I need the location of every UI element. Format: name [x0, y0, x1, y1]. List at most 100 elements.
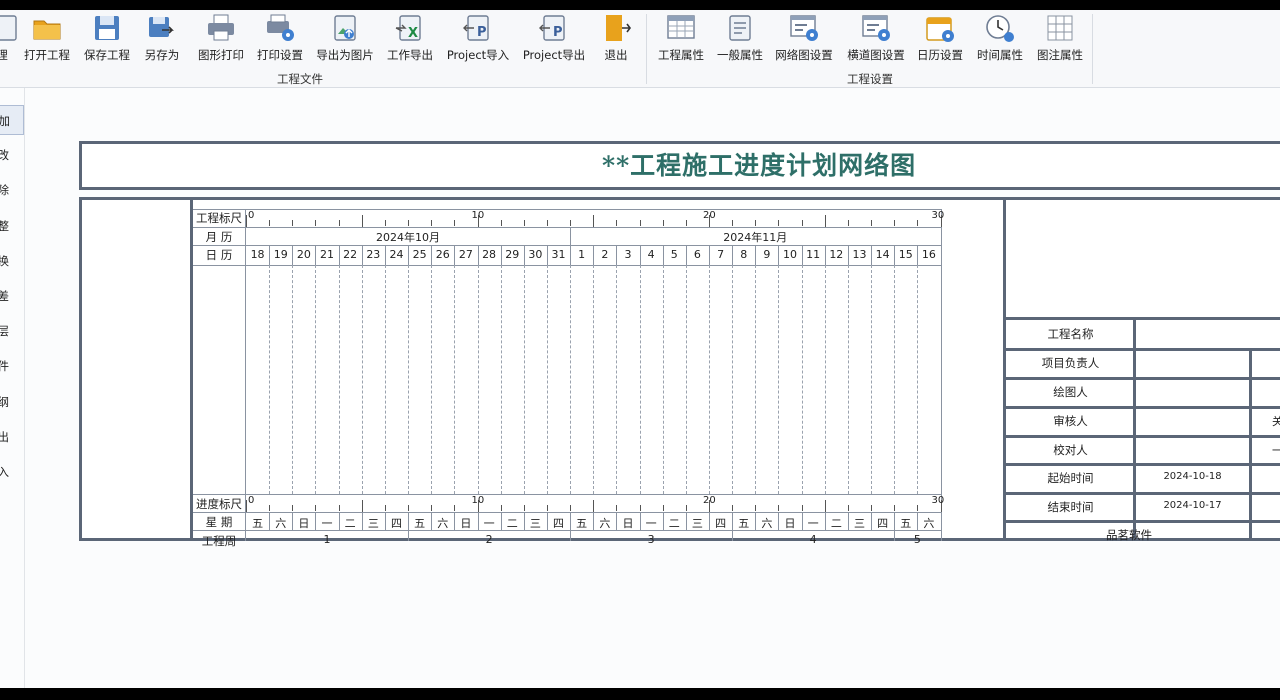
info-value: 2024-10-18 — [1163, 471, 1222, 482]
ruler-bottom-number: 10 — [471, 495, 485, 506]
ruler-top-tick — [685, 220, 687, 226]
ribbon-toolbar: 理 打开工程 保存工程 另存为 图形打印 打印设置 导出为图片 X 工作导出 P Project导入… — [0, 10, 1280, 88]
ribbon-button-project-props[interactable]: 工程属性 — [655, 12, 707, 70]
day-cell: 12 — [829, 248, 844, 261]
left-tool-item[interactable]: 转换 — [0, 246, 24, 276]
ribbon-button-open-folder[interactable]: 打开工程 — [22, 12, 72, 70]
day-cell: 11 — [806, 248, 821, 261]
day-cell: 25 — [412, 248, 427, 261]
ruler-bottom-tick — [801, 505, 803, 511]
day-gridline — [408, 265, 410, 494]
info-label: 起始时间 — [1047, 471, 1094, 485]
weekday-cell: 一 — [483, 517, 495, 530]
info-vline — [1249, 348, 1252, 541]
grid-hline — [193, 494, 941, 495]
left-tool-item[interactable]: 删除 — [0, 175, 24, 205]
month-label: 2024年10月 — [376, 231, 441, 244]
left-tool-item[interactable]: 大纲 — [0, 387, 24, 417]
month-label: 2024年11月 — [723, 231, 788, 244]
day-cell: 3 — [624, 248, 632, 261]
left-tool-item[interactable]: 导入 — [0, 457, 24, 487]
day-divider — [917, 245, 919, 265]
ruler-bottom-number: 30 — [931, 495, 945, 506]
ribbon-button-label: 打开工程 — [24, 48, 70, 62]
info-hline — [1006, 520, 1280, 523]
ribbon-button-legend-props[interactable]: 图注属性 — [1034, 12, 1086, 70]
weekday-cell: 二 — [506, 517, 518, 530]
day-cell: 22 — [343, 248, 358, 261]
ruler-bottom-tick — [662, 505, 664, 511]
left-tool-item[interactable]: 组件 — [0, 351, 24, 381]
ribbon-button-general-props[interactable]: 一般属性 — [714, 12, 766, 70]
day-cell: 8 — [740, 248, 748, 261]
week-divider — [570, 530, 572, 541]
ribbon-button-new-project[interactable]: 理 — [0, 12, 17, 70]
day-gridline — [546, 265, 548, 494]
day-divider — [269, 245, 271, 265]
ribbon-button-exit[interactable]: 退出 — [596, 12, 636, 70]
ribbon-button-export-image[interactable]: 导出为图片 — [314, 12, 376, 70]
day-gridline — [315, 265, 317, 494]
ruler-top-tick — [847, 220, 849, 226]
week-divider — [732, 530, 734, 541]
weekday-cell: 三 — [691, 517, 703, 530]
ribbon-button-label: 退出 — [604, 48, 628, 62]
ruler-bottom-tick — [546, 505, 548, 511]
ribbon-button-print-settings[interactable]: 打印设置 — [254, 12, 306, 70]
day-cell: 1 — [578, 248, 586, 261]
weekday-cell: 六 — [599, 517, 611, 530]
left-tool-item[interactable]: 形层 — [0, 316, 24, 346]
ribbon-button-gantt-settings[interactable]: 横道图设置 — [845, 12, 907, 70]
ruler-top-tick — [361, 215, 363, 227]
open-folder-icon — [33, 20, 61, 40]
day-gridline — [871, 265, 873, 494]
day-divider — [662, 245, 664, 265]
weekday-cell: 一 — [645, 517, 657, 530]
left-tool-item[interactable]: 导出 — [0, 422, 24, 452]
day-gridline — [917, 265, 919, 494]
weekday-cell: 六 — [923, 517, 935, 530]
info-label: 校对人 — [1053, 443, 1088, 457]
ribbon-button-label: 一般属性 — [717, 48, 763, 62]
clock-icon — [986, 15, 1014, 42]
ribbon-button-save-as[interactable]: 另存为 — [142, 12, 182, 70]
day-cell: 26 — [435, 248, 450, 261]
day-gridline — [570, 265, 572, 494]
ribbon-button-calendar-settings[interactable]: 日历设置 — [914, 12, 966, 70]
left-tool-item[interactable]: 修改 — [0, 140, 24, 170]
general-props-icon — [729, 15, 751, 41]
weekday-cell: 四 — [877, 517, 889, 530]
ruler-top-tick — [732, 220, 734, 226]
ribbon-button-project-import[interactable]: P Project导入 — [444, 12, 512, 70]
left-tool-item[interactable]: 添加 — [0, 105, 24, 135]
ruler-top-tick — [408, 220, 410, 226]
weekday-cell: 四 — [553, 517, 564, 530]
ribbon-button-printer[interactable]: 图形打印 — [195, 12, 247, 70]
ruler-top-number: 10 — [471, 210, 485, 221]
app-window: 理 打开工程 保存工程 另存为 图形打印 打印设置 导出为图片 X 工作导出 P Project导入… — [0, 10, 1280, 688]
weekday-cell: 五 — [576, 517, 588, 530]
week-divider — [894, 530, 896, 541]
ruler-top-number: 20 — [703, 210, 716, 221]
ribbon-button-network-settings[interactable]: 网络图设置 — [773, 12, 835, 70]
day-divider — [824, 245, 826, 265]
week-divider — [408, 530, 410, 541]
day-divider — [523, 245, 525, 265]
ruler-bottom-tick — [523, 505, 525, 511]
left-tool-item[interactable]: 调整 — [0, 211, 24, 241]
day-gridline — [338, 265, 340, 494]
ribbon-button-project-export[interactable]: P Project导出 — [520, 12, 588, 70]
ribbon-button-label: 理 — [0, 48, 8, 62]
group-label-settings: 工程设置 — [847, 72, 893, 86]
left-tool-item[interactable]: 时差 — [0, 281, 24, 311]
ribbon-button-clock[interactable]: 时间属性 — [974, 12, 1026, 70]
day-cell: 14 — [875, 248, 890, 261]
ruler-bottom-tick — [755, 505, 757, 511]
ruler-top-tick — [755, 220, 757, 226]
ruler-bottom-tick — [408, 505, 410, 511]
ribbon-button-excel-export[interactable]: X 工作导出 — [385, 12, 435, 70]
weekday-cell: 二 — [830, 517, 842, 530]
day-cell: 19 — [273, 248, 288, 261]
ribbon-button-save[interactable]: 保存工程 — [82, 12, 132, 70]
ruler-top-tick — [801, 220, 803, 226]
